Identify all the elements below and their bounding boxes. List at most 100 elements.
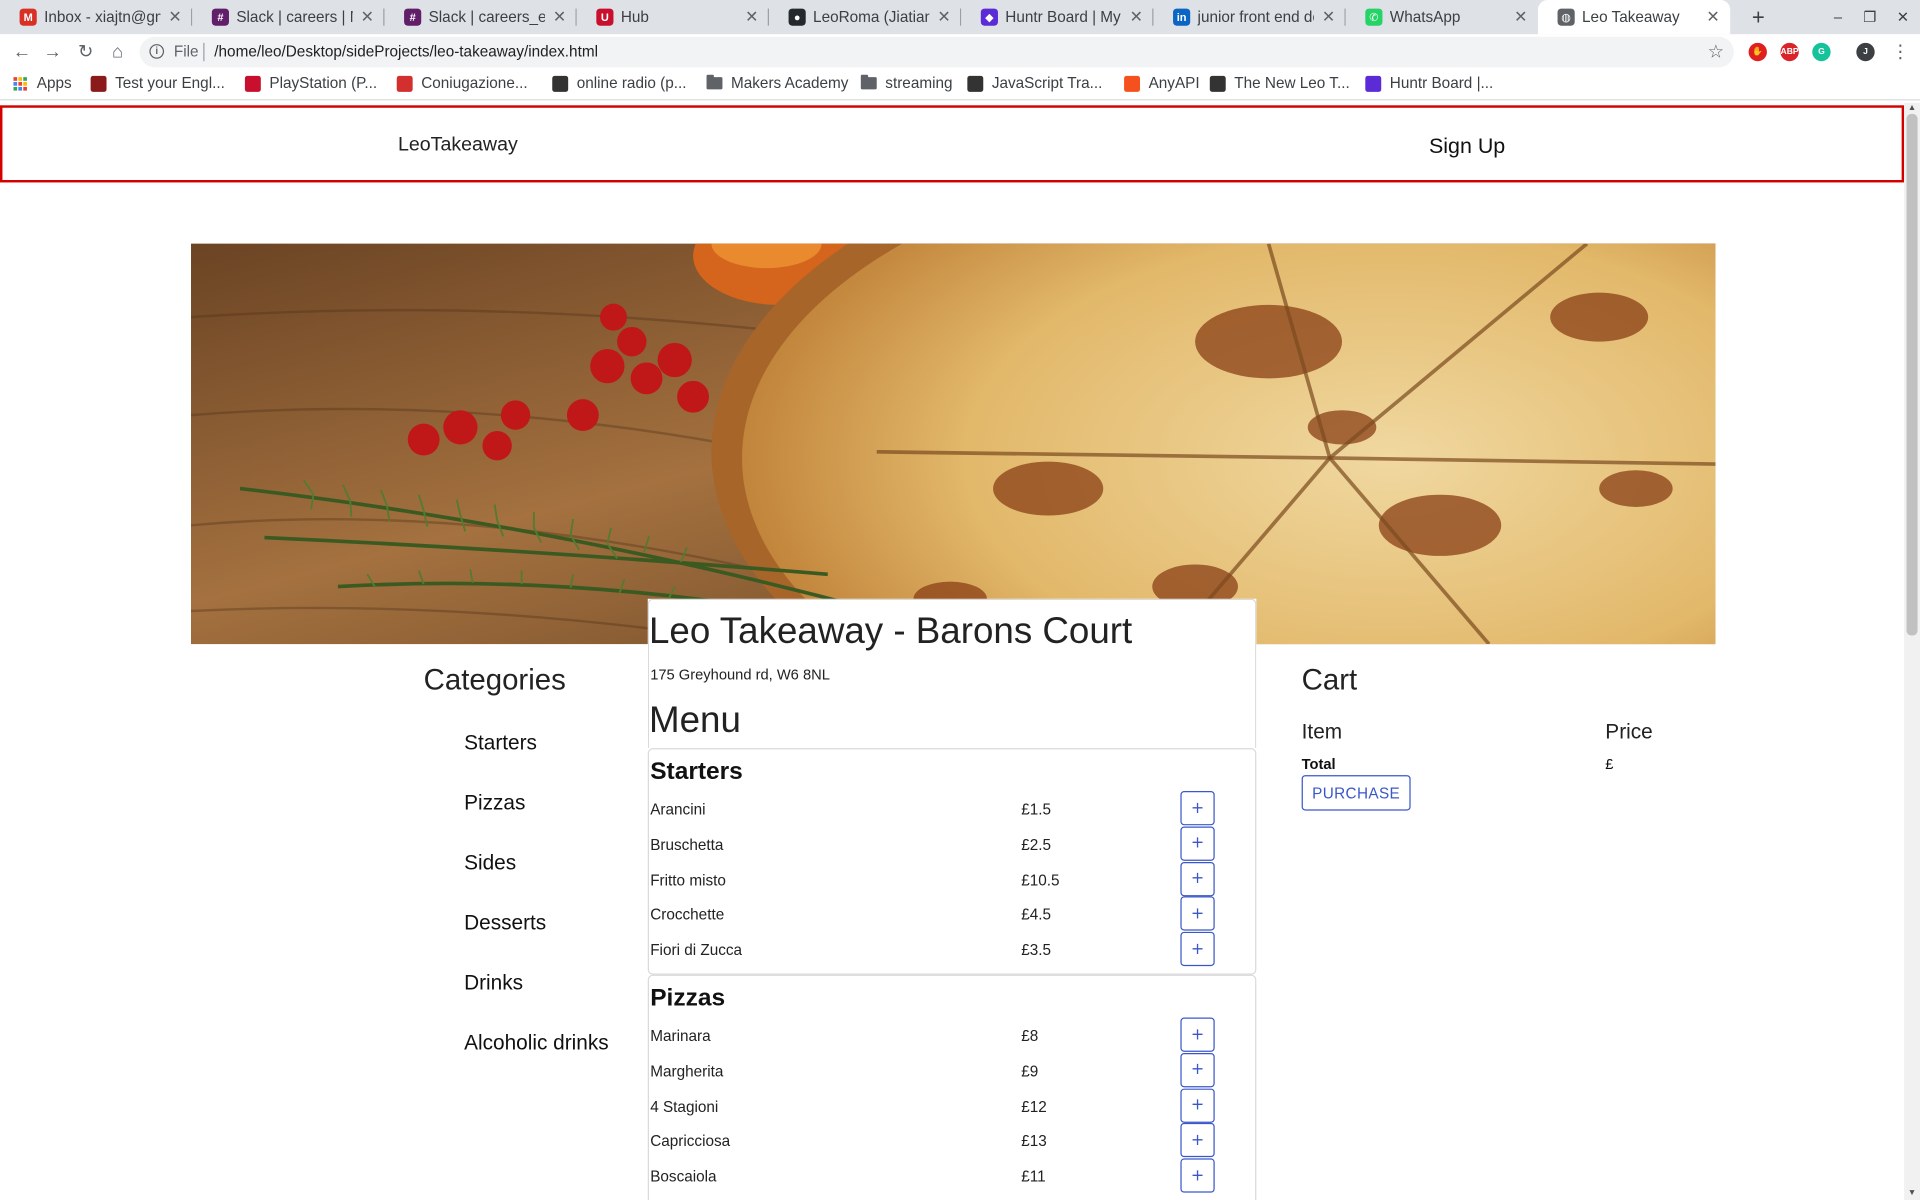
cambridge-icon bbox=[90, 75, 107, 92]
bookmark-label: Coniugazione... bbox=[421, 74, 528, 92]
menu-item: Crocchette £4.5 + bbox=[649, 896, 1258, 943]
browser-tab[interactable]: in junior front end de ✕ bbox=[1153, 0, 1346, 34]
close-tab-icon[interactable]: ✕ bbox=[1127, 7, 1147, 27]
bookmark-item[interactable]: Apps bbox=[12, 75, 72, 92]
tab-title: Slack | careers | Ma bbox=[236, 8, 352, 26]
cart-total-label: Total bbox=[1301, 755, 1336, 773]
close-tab-icon[interactable]: ✕ bbox=[742, 7, 762, 27]
browser-tab[interactable]: ● LeoRoma (Jiatian ✕ bbox=[769, 0, 962, 34]
huntr-icon: ◆ bbox=[980, 8, 998, 26]
add-to-cart-button[interactable]: + bbox=[1180, 1088, 1215, 1123]
slack-icon: # bbox=[211, 8, 229, 26]
abp-icon[interactable]: ABP bbox=[1780, 42, 1799, 62]
section-title: Pizzas bbox=[650, 984, 726, 1012]
category-link[interactable]: Alcoholic drinks bbox=[464, 1031, 609, 1055]
page-icon bbox=[1209, 75, 1226, 92]
bookmark-item[interactable]: Huntr Board |... bbox=[1365, 75, 1493, 92]
scroll-down-icon[interactable]: ▼ bbox=[1907, 1188, 1918, 1199]
close-tab-icon[interactable]: ✕ bbox=[165, 7, 185, 27]
browser-tab[interactable]: ◆ Huntr Board | My F ✕ bbox=[961, 0, 1154, 34]
bookmark-item[interactable]: Coniugazione... bbox=[396, 74, 528, 92]
menu-item: 4 Stagioni £12 + bbox=[649, 1088, 1258, 1134]
add-to-cart-button[interactable]: + bbox=[1180, 861, 1215, 896]
bookmark-item[interactable]: PlayStation (P... bbox=[244, 75, 377, 92]
item-name: Margherita bbox=[650, 1062, 724, 1080]
more-menu-icon[interactable]: ⋮ bbox=[1888, 40, 1912, 64]
signup-link[interactable]: Sign Up bbox=[1429, 133, 1505, 159]
add-to-cart-button[interactable]: + bbox=[1180, 791, 1215, 826]
brand-link[interactable]: LeoTakeaway bbox=[398, 135, 518, 157]
add-to-cart-button[interactable]: + bbox=[1180, 826, 1215, 861]
close-tab-icon[interactable]: ✕ bbox=[1319, 7, 1339, 27]
linkedin-icon: in bbox=[1173, 8, 1191, 26]
minimize-icon[interactable]: – bbox=[1822, 5, 1854, 29]
bookmark-item[interactable]: The New Leo T... bbox=[1209, 75, 1350, 92]
add-to-cart-button[interactable]: + bbox=[1180, 896, 1215, 932]
home-icon[interactable]: ⌂ bbox=[105, 40, 129, 64]
browser-tab[interactable]: # Slack | careers | Ma ✕ bbox=[192, 0, 385, 34]
add-to-cart-button[interactable]: + bbox=[1180, 932, 1215, 967]
bookmark-item[interactable]: online radio (p... bbox=[552, 75, 686, 92]
info-icon[interactable]: i bbox=[149, 44, 165, 59]
page-scrollbar[interactable]: ▲ ▼ bbox=[1904, 102, 1920, 1200]
tab-active[interactable]: ◍ Leo Takeaway ✕ bbox=[1537, 0, 1731, 35]
close-tab-icon[interactable]: ✕ bbox=[358, 7, 378, 27]
profile-avatar[interactable]: J bbox=[1856, 42, 1875, 62]
whatsapp-icon: ✆ bbox=[1365, 8, 1383, 26]
bookmark-item[interactable]: JavaScript Tra... bbox=[967, 75, 1102, 92]
category-link[interactable]: Starters bbox=[464, 731, 537, 755]
bookmark-item[interactable]: Makers Academy bbox=[706, 74, 849, 92]
bookmark-item[interactable]: streaming bbox=[860, 75, 953, 92]
menu-item: Bruschetta £2.5 + bbox=[649, 826, 1258, 872]
purchase-button[interactable]: PURCHASE bbox=[1301, 775, 1411, 811]
bookmark-label: JavaScript Tra... bbox=[991, 74, 1103, 92]
menu-item: Margherita £9 + bbox=[649, 1052, 1258, 1099]
restore-icon[interactable]: ❐ bbox=[1854, 5, 1886, 29]
menu-section: Starters Arancini £1.5 + Bruschetta £2.5 + Frit… bbox=[647, 748, 1258, 978]
category-link[interactable]: Sides bbox=[464, 851, 516, 875]
close-tab-icon[interactable]: ✕ bbox=[550, 7, 570, 27]
github-icon: ● bbox=[788, 8, 806, 26]
radio-icon bbox=[552, 75, 569, 92]
apps-grid-icon bbox=[12, 75, 28, 91]
new-tab-button[interactable]: + bbox=[1745, 4, 1772, 31]
tab-title: Huntr Board | My F bbox=[1005, 8, 1122, 26]
close-tab-icon[interactable]: ✕ bbox=[1703, 7, 1723, 27]
browser-tab[interactable]: M Inbox - xiajtn@gm ✕ bbox=[0, 0, 193, 34]
bookmark-item[interactable]: AnyAPI bbox=[1124, 75, 1200, 92]
bookmark-item[interactable]: Test your Engl... bbox=[90, 75, 225, 92]
back-icon[interactable]: ← bbox=[10, 40, 34, 64]
bookmark-star-icon[interactable]: ☆ bbox=[1708, 40, 1724, 63]
add-to-cart-button[interactable]: + bbox=[1180, 1158, 1215, 1193]
tab-title: LeoRoma (Jiatian bbox=[813, 8, 930, 26]
address-bar[interactable]: i File /home/leo/Desktop/sideProjects/le… bbox=[139, 36, 1734, 68]
add-to-cart-button[interactable]: + bbox=[1180, 1123, 1215, 1158]
url-text[interactable]: /home/leo/Desktop/sideProjects/leo-takea… bbox=[214, 43, 598, 60]
scroll-up-icon[interactable]: ▲ bbox=[1907, 103, 1918, 114]
add-to-cart-button[interactable]: + bbox=[1180, 1052, 1215, 1088]
browser-tab[interactable]: ✆ WhatsApp ✕ bbox=[1346, 0, 1538, 34]
category-link[interactable]: Pizzas bbox=[464, 791, 525, 815]
browser-tab[interactable]: # Slack | careers_eve ✕ bbox=[384, 0, 577, 34]
item-price: £2.5 bbox=[1021, 836, 1052, 854]
close-window-icon[interactable]: ✕ bbox=[1887, 5, 1919, 29]
tab-title: Leo Takeaway bbox=[1582, 8, 1680, 26]
close-tab-icon[interactable]: ✕ bbox=[934, 7, 954, 27]
item-price: £13 bbox=[1021, 1133, 1047, 1151]
menu-item: Marinara £8 + bbox=[649, 1017, 1258, 1063]
page-viewport: LeoTakeaway Sign Up Categories Leo Takea… bbox=[0, 103, 1905, 1200]
adblock-icon[interactable]: ✋ bbox=[1748, 42, 1767, 62]
grammarly-icon[interactable]: G bbox=[1812, 42, 1831, 62]
scrollbar-thumb[interactable] bbox=[1906, 113, 1918, 636]
menu-item: Fiori di Zucca £3.5 + bbox=[649, 932, 1258, 978]
item-price: £8 bbox=[1021, 1027, 1039, 1045]
item-name: Capricciosa bbox=[650, 1133, 731, 1151]
forward-icon[interactable]: → bbox=[40, 40, 64, 64]
category-link[interactable]: Drinks bbox=[464, 971, 523, 995]
close-tab-icon[interactable]: ✕ bbox=[1511, 7, 1531, 27]
reload-icon[interactable]: ↻ bbox=[73, 40, 97, 64]
bookmark-label: Makers Academy bbox=[731, 74, 849, 92]
browser-tab[interactable]: U Hub ✕ bbox=[577, 0, 769, 34]
category-link[interactable]: Desserts bbox=[464, 911, 546, 935]
add-to-cart-button[interactable]: + bbox=[1180, 1017, 1215, 1052]
